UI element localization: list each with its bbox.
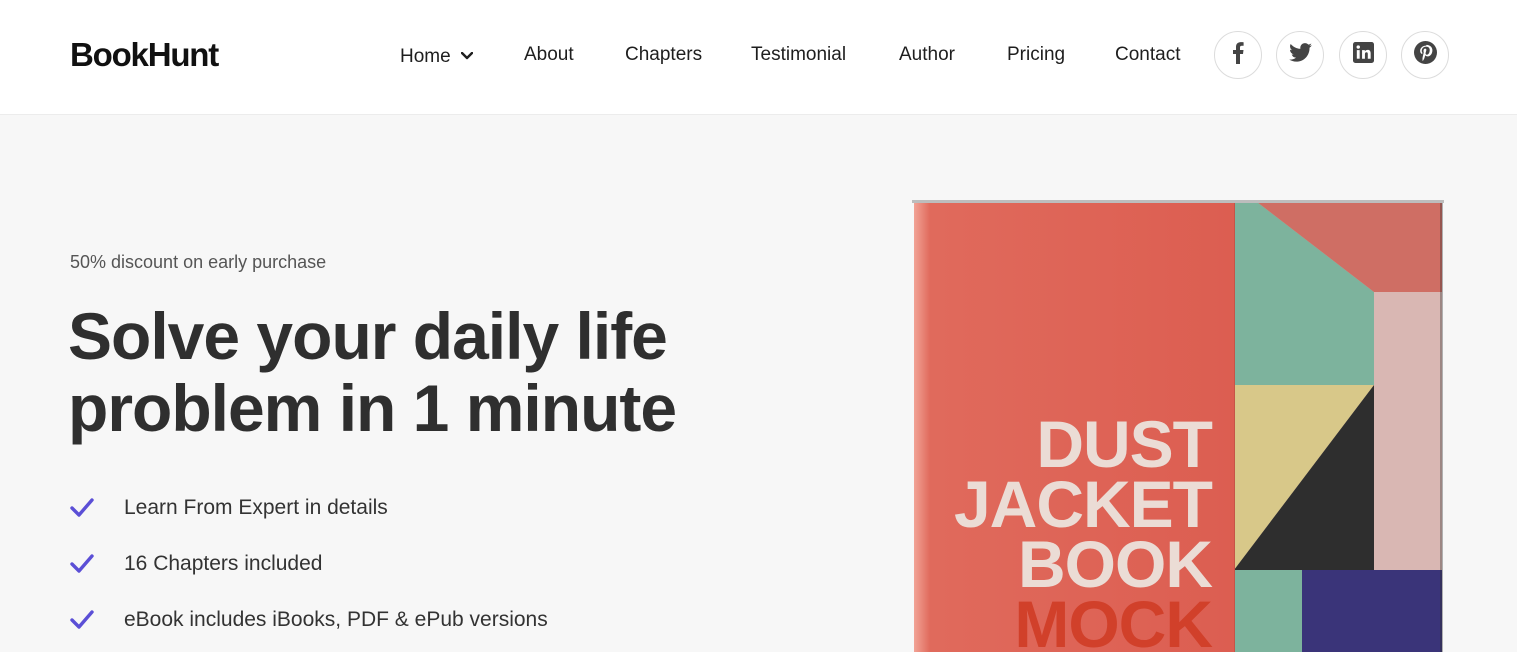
- nav-item-home[interactable]: Home: [400, 44, 473, 68]
- headline-line: problem in 1 minute: [68, 371, 677, 445]
- chevron-down-icon: [460, 44, 473, 66]
- nav-item-author[interactable]: Author: [899, 44, 955, 66]
- nav-item-label: Contact: [1115, 44, 1181, 65]
- nav-item-label: Author: [899, 44, 955, 65]
- nav-item-contact[interactable]: Contact: [1115, 44, 1180, 66]
- nav-item-pricing[interactable]: Pricing: [1007, 44, 1065, 66]
- checkmark-icon: [70, 610, 94, 635]
- book-title-line: JACKET: [953, 467, 1213, 541]
- site-header: BookHunt Home About Chapters Testimonial…: [0, 0, 1517, 115]
- facebook-link[interactable]: [1214, 31, 1262, 79]
- book-title-line: DUST: [1036, 407, 1213, 481]
- linkedin-link[interactable]: [1339, 31, 1387, 79]
- book-title-line: BOOK: [1018, 527, 1213, 601]
- site-logo[interactable]: BookHunt: [70, 36, 219, 74]
- nav-item-testimonial[interactable]: Testimonial: [751, 44, 846, 66]
- pinterest-icon: [1413, 41, 1437, 69]
- book-cover-title: DUST JACKET BOOK MOCK: [912, 407, 1232, 652]
- headline-line: Solve your daily life: [68, 299, 668, 373]
- nav-item-label: Chapters: [625, 44, 703, 65]
- pinterest-link[interactable]: [1401, 31, 1449, 79]
- checkmark-icon: [70, 554, 94, 579]
- nav-item-label: About: [524, 44, 574, 65]
- feature-item: 16 Chapters included: [70, 552, 770, 582]
- nav-item-chapters[interactable]: Chapters: [625, 44, 702, 66]
- book-cover-image: DUST JACKET BOOK MOCK: [912, 200, 1444, 652]
- facebook-icon: [1232, 41, 1244, 69]
- nav-item-label: Testimonial: [751, 44, 847, 65]
- feature-item: eBook includes iBooks, PDF & ePub versio…: [70, 608, 770, 638]
- checkmark-icon: [70, 498, 94, 523]
- nav-item-about[interactable]: About: [524, 44, 574, 66]
- twitter-icon: [1288, 43, 1312, 67]
- hero-headline: Solve your daily life problem in 1 minut…: [68, 300, 828, 444]
- nav-item-label: Pricing: [1007, 44, 1066, 65]
- feature-item: Learn From Expert in details: [70, 496, 770, 526]
- feature-text: 16 Chapters included: [124, 552, 323, 575]
- book-title-line: MOCK: [1014, 587, 1213, 652]
- feature-text: eBook includes iBooks, PDF & ePub versio…: [124, 608, 548, 631]
- discount-eyebrow: 50% discount on early purchase: [70, 252, 327, 272]
- linkedin-icon: [1352, 42, 1374, 68]
- nav-item-label: Home: [400, 46, 451, 67]
- feature-text: Learn From Expert in details: [124, 496, 388, 519]
- twitter-link[interactable]: [1276, 31, 1324, 79]
